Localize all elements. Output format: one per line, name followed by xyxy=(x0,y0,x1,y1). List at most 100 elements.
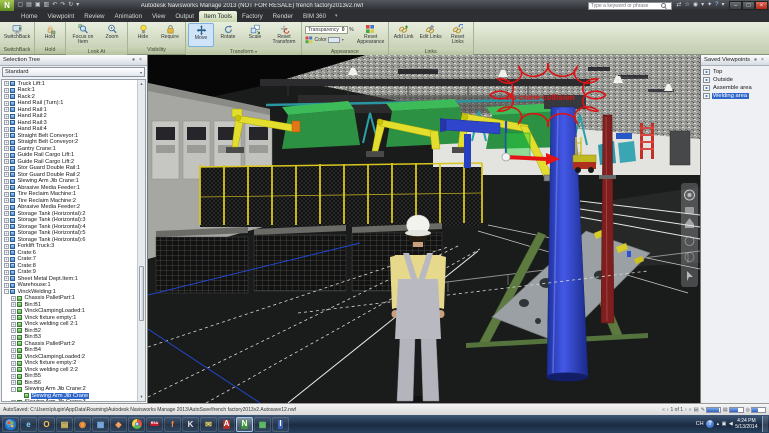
expand-toggle-icon[interactable]: + xyxy=(4,101,9,106)
tray-expand-icon[interactable]: ▴ xyxy=(717,421,720,427)
search-exchange-icon[interactable]: ⇄ xyxy=(675,0,683,11)
expand-toggle-icon[interactable]: + xyxy=(4,179,9,184)
expand-toggle-icon[interactable]: + xyxy=(4,127,9,132)
search-box[interactable] xyxy=(588,2,672,10)
expand-toggle-icon[interactable]: + xyxy=(4,166,9,171)
expand-toggle-icon[interactable]: + xyxy=(11,400,16,401)
panel-close-icon[interactable]: × xyxy=(137,55,144,65)
tab-home[interactable]: Home xyxy=(16,11,43,22)
viewport-3d[interactable]: Jib crane collision xyxy=(148,55,700,403)
expand-toggle-icon[interactable]: + xyxy=(4,263,9,268)
color-swatch[interactable] xyxy=(328,37,340,43)
scroll-thumb[interactable] xyxy=(139,266,144,321)
expand-toggle-icon[interactable]: + xyxy=(11,322,16,327)
expand-toggle-icon[interactable]: + xyxy=(4,205,9,210)
internet-explorer-icon[interactable]: e xyxy=(20,417,37,432)
transparency-field[interactable]: Transparency 0 xyxy=(305,26,348,34)
expand-toggle-icon[interactable]: + xyxy=(4,257,9,262)
reset-links-button[interactable]: Reset Links xyxy=(445,23,471,47)
expand-toggle-icon[interactable]: + xyxy=(11,374,16,379)
explorer-icon[interactable]: ▤ xyxy=(56,417,73,432)
transform-menu-caret[interactable]: ▾ xyxy=(255,49,257,54)
add-link-button[interactable]: Add Link xyxy=(391,23,417,47)
tab-output[interactable]: Output xyxy=(170,11,199,22)
maximize-button[interactable]: □ xyxy=(742,1,755,10)
expand-toggle-icon[interactable]: + xyxy=(4,211,9,216)
new-file-icon[interactable]: ▢ xyxy=(16,0,25,11)
navisworks-app-icon[interactable]: N xyxy=(0,0,14,11)
scroll-down-icon[interactable]: ▼ xyxy=(138,393,145,401)
expand-toggle-icon[interactable]: + xyxy=(4,107,9,112)
expand-toggle-icon[interactable]: + xyxy=(11,309,16,314)
start-icon[interactable] xyxy=(2,417,19,432)
tree-mode-dropdown[interactable]: Standard ▾ xyxy=(2,67,145,77)
expand-toggle-icon[interactable]: + xyxy=(4,270,9,275)
viewport-3d-scene[interactable]: Jib crane collision xyxy=(148,55,700,403)
sheet-browser-icon[interactable]: ▤ xyxy=(693,407,698,413)
panel-close-icon[interactable]: × xyxy=(759,55,766,65)
minimize-button[interactable]: – xyxy=(729,1,742,10)
navisworks-icon[interactable]: N xyxy=(236,417,253,432)
expand-toggle-icon[interactable]: + xyxy=(4,276,9,281)
communication-center-icon[interactable]: ✦ xyxy=(706,0,714,11)
tab-factory[interactable]: Factory xyxy=(237,11,268,22)
pin-icon[interactable]: ∗ xyxy=(130,55,137,65)
expand-toggle-icon[interactable]: + xyxy=(4,114,9,119)
switchback-button[interactable]: SwitchBack xyxy=(2,23,32,45)
expand-toggle-icon[interactable]: + xyxy=(4,218,9,223)
expand-toggle-icon[interactable]: + xyxy=(4,250,9,255)
tab-render[interactable]: Render xyxy=(268,11,298,22)
pin-icon[interactable]: ∗ xyxy=(752,55,759,65)
design-app-icon[interactable]: ◆ xyxy=(110,417,127,432)
inventor-icon[interactable]: I xyxy=(272,417,289,432)
edit-links-button[interactable]: Edit Links xyxy=(418,23,444,47)
expand-toggle-icon[interactable]: + xyxy=(4,81,9,86)
color-caret-icon[interactable]: ▾ xyxy=(342,37,344,42)
expand-toggle-icon[interactable]: - xyxy=(4,289,9,294)
expand-toggle-icon[interactable]: + xyxy=(11,354,16,359)
expand-toggle-icon[interactable]: + xyxy=(4,192,9,197)
clock[interactable]: 4:24 PM 5/13/2014 xyxy=(735,418,757,430)
expand-toggle-icon[interactable]: + xyxy=(11,341,16,346)
print-icon[interactable]: ▥ xyxy=(42,0,51,11)
scroll-up-icon[interactable]: ▲ xyxy=(138,80,145,88)
search-icon[interactable] xyxy=(661,3,666,8)
expand-toggle-icon[interactable]: + xyxy=(4,120,9,125)
network-icon[interactable]: ▣ xyxy=(722,421,727,427)
favorites-star-icon[interactable]: ☆ xyxy=(683,0,691,11)
expand-toggle-icon[interactable]: + xyxy=(4,172,9,177)
expand-toggle-icon[interactable]: + xyxy=(11,367,16,372)
expand-toggle-icon[interactable]: + xyxy=(11,328,16,333)
expand-toggle-icon[interactable]: + xyxy=(4,153,9,158)
qat-menu-icon[interactable]: ▾ xyxy=(75,0,81,11)
sign-in-user-icon[interactable]: ◉ xyxy=(691,0,699,11)
hide-button[interactable]: Hide xyxy=(130,23,156,45)
expand-toggle-icon[interactable]: + xyxy=(11,302,16,307)
expand-toggle-icon[interactable]: + xyxy=(11,335,16,340)
expand-toggle-icon[interactable]: + xyxy=(4,94,9,99)
tab-bim-360[interactable]: BIM 360 xyxy=(298,11,331,22)
next-sheet-icon[interactable]: › xyxy=(685,407,687,413)
viewport-navigation-bar[interactable] xyxy=(681,183,698,287)
tab-animation[interactable]: Animation xyxy=(110,11,148,22)
zoom-button[interactable]: Zoom xyxy=(99,23,125,47)
search-input[interactable] xyxy=(591,3,661,9)
expand-toggle-icon[interactable]: + xyxy=(11,380,16,385)
save-file-icon[interactable]: ▣ xyxy=(33,0,42,11)
outlook-icon[interactable]: O xyxy=(38,417,55,432)
project-app-icon[interactable]: ▦ xyxy=(254,417,271,432)
close-button[interactable]: × xyxy=(755,1,768,10)
require-button[interactable]: Require xyxy=(157,23,183,45)
tree-scrollbar[interactable]: ▲ ▼ xyxy=(137,80,145,401)
expand-toggle-icon[interactable]: + xyxy=(11,361,16,366)
viewpoint-item[interactable]: Welding area xyxy=(701,92,769,100)
tab-view[interactable]: View xyxy=(147,11,170,22)
focus-on-item-button[interactable]: Focus on Item xyxy=(68,23,98,47)
expand-toggle-icon[interactable]: + xyxy=(4,244,9,249)
expand-toggle-icon[interactable]: + xyxy=(4,140,9,145)
undo-icon[interactable]: ↶ xyxy=(51,0,59,11)
expand-toggle-icon[interactable]: + xyxy=(4,88,9,93)
expand-toggle-icon[interactable]: + xyxy=(4,159,9,164)
show-desktop-button[interactable] xyxy=(762,416,768,432)
tab-item-tools[interactable]: Item Tools xyxy=(199,11,237,22)
